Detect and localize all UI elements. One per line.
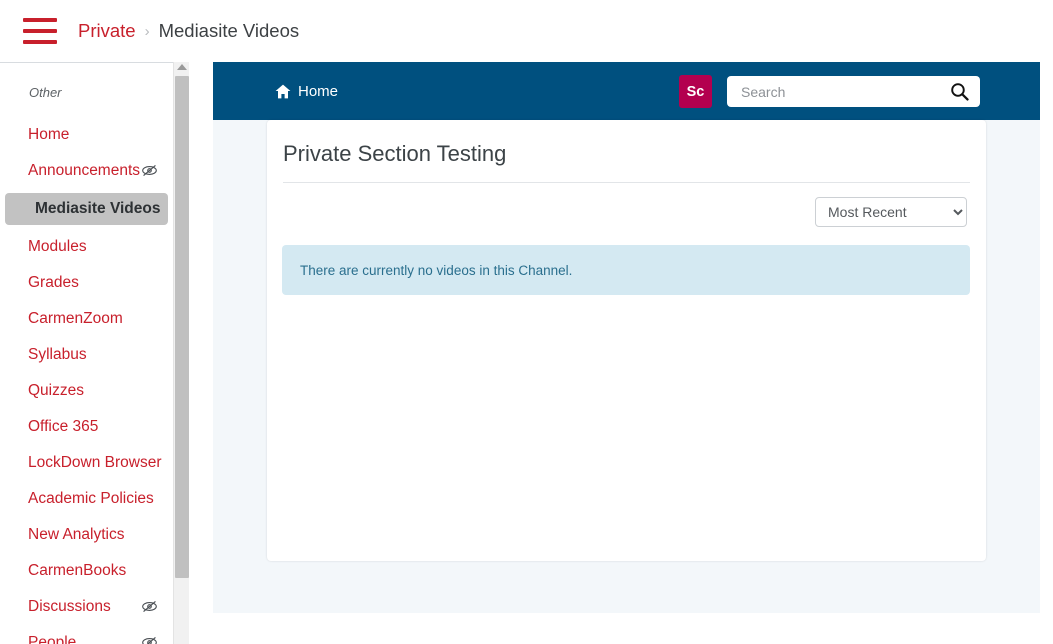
sidebar-item-label: Academic Policies	[28, 485, 154, 512]
global-topbar: Private › Mediasite Videos	[0, 0, 1053, 62]
home-icon	[275, 84, 291, 99]
sidebar-item-new-analytics[interactable]: New Analytics	[5, 521, 168, 548]
sidebar-item-label: Modules	[28, 233, 87, 260]
sidebar-item-quizzes[interactable]: Quizzes	[5, 377, 168, 404]
eye-slash-icon	[141, 600, 158, 613]
app-navbar: Home Sc	[213, 62, 1040, 120]
sidebar-item-label: LockDown Browser	[28, 449, 162, 476]
search-box	[727, 76, 980, 107]
empty-state-alert: There are currently no videos in this Ch…	[282, 245, 970, 295]
sidebar-item-people[interactable]: People	[5, 629, 168, 644]
sidebar-item-label: Announcements	[28, 157, 140, 184]
sidebar-item-modules[interactable]: Modules	[5, 233, 168, 260]
sidebar-item-label: Discussions	[28, 593, 111, 620]
eye-slash-icon	[141, 636, 158, 644]
brand-badge-button[interactable]: Sc	[679, 75, 712, 108]
sidebar-item-label: CarmenBooks	[28, 557, 126, 584]
sidebar-item-grades[interactable]: Grades	[5, 269, 168, 296]
sidebar-item-academic-policies[interactable]: Academic Policies	[5, 485, 168, 512]
sidebar-item-discussions[interactable]: Discussions	[5, 593, 168, 620]
search-input[interactable]	[727, 76, 938, 107]
hamburger-icon[interactable]	[23, 18, 57, 44]
sidebar-item-lockdown-browser[interactable]: LockDown Browser	[5, 449, 168, 476]
scrollbar-thumb[interactable]	[175, 76, 189, 578]
nav-section-label: Other	[0, 85, 173, 101]
breadcrumb-course-link[interactable]: Private	[78, 20, 136, 42]
search-icon	[950, 82, 969, 101]
sidebar-item-label: Home	[28, 121, 69, 148]
sort-order-select[interactable]: Most Recent Oldest Name A-Z Name Z-A	[815, 197, 967, 227]
scroll-up-arrow-icon[interactable]	[177, 64, 187, 70]
brand-badge-label: Sc	[687, 84, 705, 100]
sidebar-item-office-365[interactable]: Office 365	[5, 413, 168, 440]
sidebar-item-label: New Analytics	[28, 521, 124, 548]
mediasite-app-region: Home Sc Private Section Testing Most Rec…	[213, 62, 1053, 644]
empty-state-message: There are currently no videos in this Ch…	[300, 263, 572, 278]
hamburger-bar	[23, 40, 57, 44]
sidebar-item-syllabus[interactable]: Syllabus	[5, 341, 168, 368]
hamburger-bar	[23, 29, 57, 33]
sidebar-item-announcements[interactable]: Announcements	[5, 157, 168, 184]
sidebar-item-label: People	[28, 629, 76, 644]
breadcrumb-current-page: Mediasite Videos	[159, 20, 300, 42]
sidebar-item-home[interactable]: Home	[5, 121, 168, 148]
app-right-gutter	[1040, 62, 1053, 644]
sidebar-item-label: Mediasite Videos	[35, 193, 160, 225]
sidebar-item-label: Grades	[28, 269, 79, 296]
app-home-label: Home	[298, 83, 338, 100]
sidebar-item-carmenbooks[interactable]: CarmenBooks	[5, 557, 168, 584]
sidebar-item-label: CarmenZoom	[28, 305, 123, 332]
breadcrumb: Private › Mediasite Videos	[78, 20, 299, 42]
eye-slash-icon	[141, 164, 158, 177]
app-home-link[interactable]: Home	[275, 83, 338, 100]
course-navigation-sidebar: Other Home Announcements Mediasite Video…	[0, 62, 173, 644]
breadcrumb-separator-icon: ›	[145, 23, 150, 40]
sidebar-scrollbar[interactable]	[173, 62, 189, 644]
hamburger-bar	[23, 18, 57, 22]
page-title: Private Section Testing	[267, 120, 986, 169]
sidebar-item-carmenzoom[interactable]: CarmenZoom	[5, 305, 168, 332]
channel-content-card: Private Section Testing Most Recent Olde…	[267, 120, 986, 561]
sidebar-item-label: Syllabus	[28, 341, 87, 368]
sort-controls-row: Most Recent Oldest Name A-Z Name Z-A	[267, 183, 986, 227]
search-submit-button[interactable]	[938, 76, 980, 107]
sidebar-item-label: Office 365	[28, 413, 98, 440]
sidebar-item-label: Quizzes	[28, 377, 84, 404]
sidebar-item-mediasite-videos[interactable]: Mediasite Videos	[5, 193, 168, 225]
